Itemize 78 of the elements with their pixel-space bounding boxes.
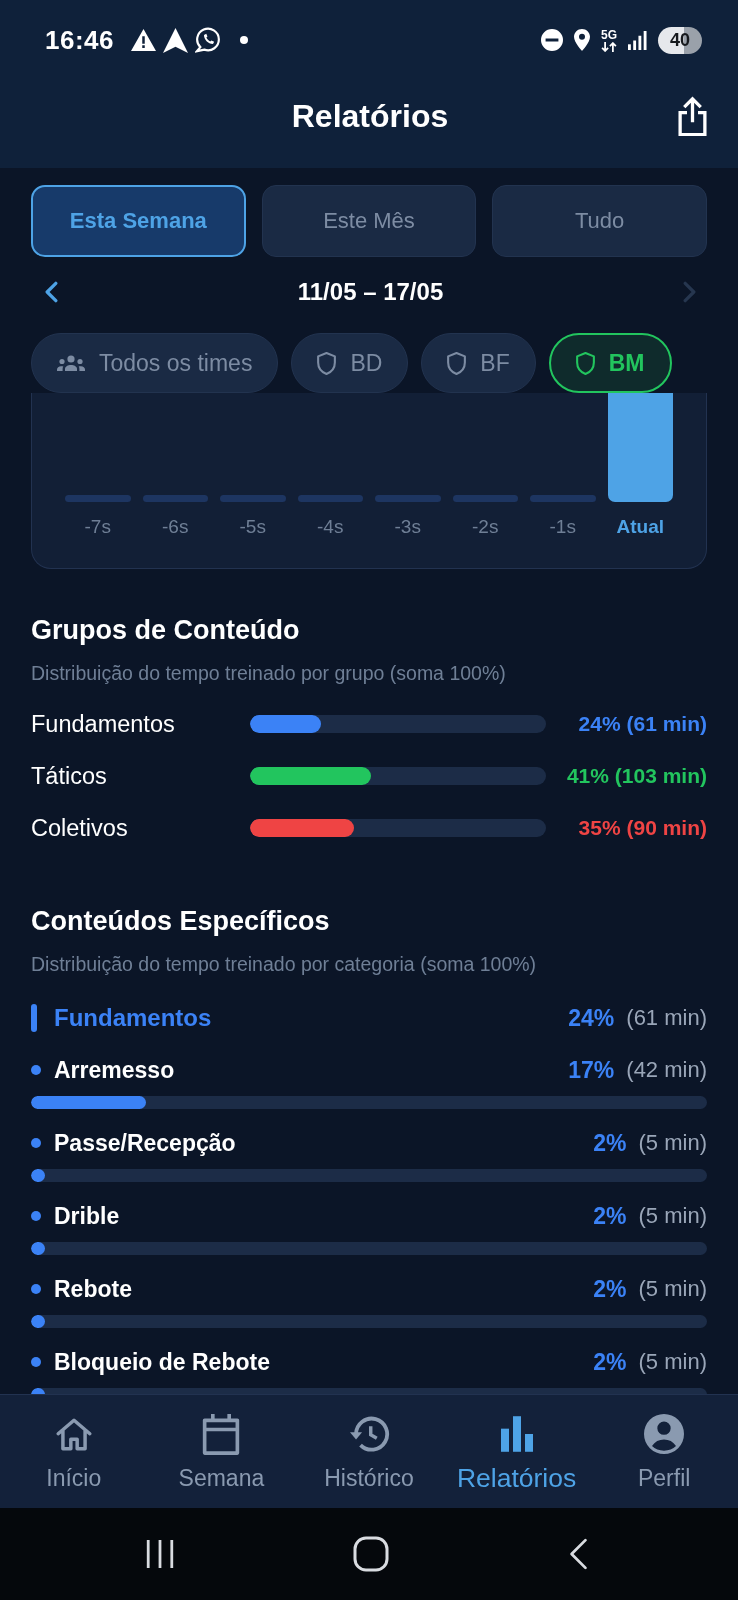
nav-tab[interactable]: Início [0,1395,148,1508]
content-name: Arremesso [54,1056,176,1084]
shield-icon [575,351,595,375]
content-percentage: 2% [593,1129,627,1157]
nav-tab[interactable]: Relatórios [442,1395,591,1508]
group-percentage: 35% (90 min) [577,816,707,840]
status-time: 16:46 [45,24,114,56]
team-filter-chip[interactable]: BF [421,333,536,393]
bullet-dot-icon [31,1284,41,1294]
section-subtitle: Distribuição do tempo treinado por categoria (soma 100%) [31,952,538,976]
screen-title: Relatórios [291,97,449,135]
calendar-icon [201,1412,242,1456]
arrowhead-icon [163,27,188,53]
group-name: Táticos [31,762,108,790]
dot-icon [240,36,248,44]
house-icon [54,1416,93,1452]
content-duration: (5 min) [638,1349,707,1375]
bullet-dot-icon [31,1357,41,1367]
nav-tab[interactable]: Semana [147,1395,296,1508]
category-duration: (61 min) [626,1005,707,1031]
content-duration: (5 min) [638,1276,707,1302]
content-duration: (42 min) [626,1057,707,1083]
bar-label: -3s [393,515,422,539]
date-range: 11/05 – 17/05 [297,278,444,306]
content-percentage: 2% [593,1202,627,1230]
group-percentage: 41% (103 min) [565,764,707,788]
period-tab[interactable]: Esta Semana [31,185,246,257]
content-duration: (5 min) [638,1203,707,1229]
back-icon[interactable] [568,1538,588,1570]
period-tab[interactable]: Este Mês [261,185,477,257]
group-name: Fundamentos [31,710,176,738]
shield-icon [317,351,337,375]
network-type: 5G [601,28,617,41]
share-icon[interactable] [676,96,709,136]
battery-level: 40 [658,26,702,54]
bullet-dot-icon [31,1211,41,1221]
bullet-dot-icon [31,1138,41,1148]
content-name: Bloqueio de Rebote [54,1348,271,1376]
team-filter-chip[interactable]: BM [548,333,672,393]
period-tab[interactable]: Tudo [492,185,707,257]
bar-label: -1s [548,515,577,539]
location-pin-icon [574,29,590,51]
shield-icon [447,351,467,375]
content-name: Rebote [54,1275,133,1303]
recents-icon[interactable] [146,1539,174,1569]
home-icon[interactable] [353,1536,389,1572]
signal-icon [628,30,647,50]
people-icon [57,355,85,371]
content-name: Passe/Recepção [54,1129,237,1157]
bar-chart-icon [500,1416,533,1452]
section-title: Grupos de Conteúdo [31,614,301,646]
group-percentage: 24% (61 min) [577,712,707,736]
bullet-dot-icon [31,1065,41,1075]
content-percentage: 2% [593,1348,627,1376]
category-percentage: 24% [568,1004,615,1032]
category-name: Fundamentos [54,1004,213,1032]
bar-label: -2s [471,515,500,539]
bar-label: -4s [316,515,345,539]
nav-tab[interactable]: Perfil [590,1395,738,1508]
content-name: Drible [54,1202,121,1230]
warning-icon [131,29,156,51]
content-duration: (5 min) [638,1130,707,1156]
team-filter-chip[interactable]: Todos os times [31,333,279,393]
content-percentage: 17% [568,1056,615,1084]
nav-tab[interactable]: Histórico [295,1395,443,1508]
chat-bubble-icon [195,27,221,53]
bar-label: -7s [83,515,112,539]
bar-label: Atual [615,515,665,539]
bar-label: -6s [161,515,190,539]
section-title: Conteúdos Específicos [31,905,331,937]
bar-label: -5s [238,515,267,539]
team-filter-chip[interactable]: BD [291,333,409,393]
section-subtitle: Distribuição do tempo treinado por grupo (soma 100%) [31,661,507,685]
group-name: Coletivos [31,814,129,842]
chevron-left-icon[interactable] [45,281,58,303]
history-clock-icon [348,1415,390,1453]
content-percentage: 2% [593,1275,627,1303]
data-arrows-icon [601,41,617,52]
